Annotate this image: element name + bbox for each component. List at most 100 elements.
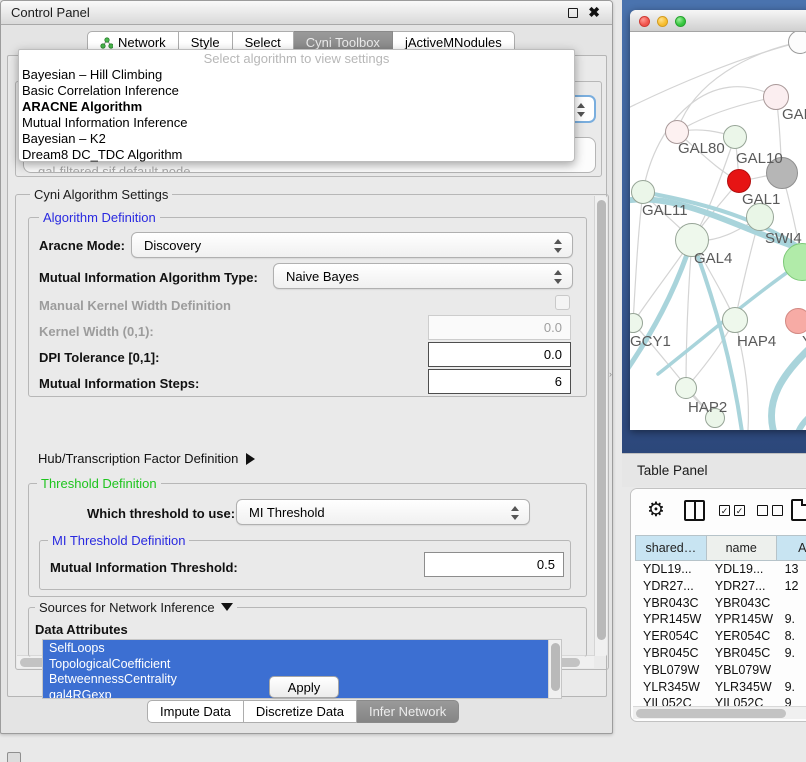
manual-kernel-width-checkbox[interactable] [555, 295, 570, 310]
tab-select-label: Select [245, 35, 281, 50]
attributes-list-scrollbar[interactable] [548, 640, 561, 699]
combo-arrows-icon [577, 102, 586, 118]
table-row[interactable]: YDR27...YDR27...12 [635, 578, 806, 595]
float-window-icon[interactable] [568, 8, 578, 18]
window-minimize-button[interactable] [657, 16, 668, 27]
table-body[interactable]: YDL19...YDL19...13 YDR27...YDR27...12 YB… [635, 561, 806, 709]
mi-steps-label: Mutual Information Steps: [39, 376, 199, 391]
window-close-button[interactable] [639, 16, 650, 27]
column-header-name[interactable]: name [707, 535, 777, 561]
hub-transcription-label: Hub/Transcription Factor Definition [38, 451, 238, 466]
cell-value: 8. [777, 628, 806, 645]
node-label-hap2: HAP2 [688, 399, 727, 416]
cyni-algorithm-settings-group: Cyni Algorithm Settings Algorithm Defini… [15, 194, 609, 670]
mi-threshold-value: 0.5 [537, 557, 555, 572]
kernel-width-field[interactable]: 0.0 [428, 315, 571, 340]
mi-algorithm-type-label: Mutual Information Algorithm Type: [39, 270, 258, 285]
threshold-definition-group: Threshold Definition Which threshold to … [28, 483, 587, 597]
aracne-mode-label: Aracne Mode: [39, 238, 125, 253]
settings-vertical-scrollbar-thumb[interactable] [597, 200, 606, 640]
cell-shared: YER054C [635, 628, 707, 645]
network-view-window[interactable]: GAL GAL80 GAL10 GAL1 GAL11 SWI4 GAL4 GCY… [630, 10, 806, 430]
table-row[interactable]: YER054CYER054C8. [635, 628, 806, 645]
close-icon[interactable]: ✖ [588, 4, 600, 21]
network-graph-icon [100, 37, 113, 49]
node-hap4[interactable] [722, 307, 748, 333]
table-row[interactable]: YBR043CYBR043C [635, 595, 806, 612]
table-row[interactable]: YLR345WYLR345W9. [635, 679, 806, 696]
algorithm-dropdown-popup: Select algorithm to view settings Bayesi… [18, 49, 575, 162]
new-table-icon[interactable] [791, 499, 806, 521]
table-panel-card: ⚙ ✓✓ shared… name A YDL19...YDL19...13 Y… [630, 488, 806, 722]
expanded-arrow-icon [221, 603, 233, 611]
node-salmon[interactable] [785, 308, 806, 334]
tab-discretize-data[interactable]: Discretize Data [244, 700, 357, 723]
deselect-all-checkboxes-icon[interactable] [757, 505, 783, 516]
mi-threshold-field[interactable]: 0.5 [424, 552, 564, 577]
combo-arrows-icon [554, 269, 563, 285]
node-gal10[interactable] [723, 125, 747, 149]
node-label-gal11: GAL11 [642, 202, 688, 219]
node-label-gcy1: GCY1 [630, 333, 671, 350]
apply-button[interactable]: Apply [269, 676, 339, 698]
algorithm-option[interactable]: Bayesian – K2 [19, 131, 574, 147]
table-row[interactable]: YBL079WYBL079W [635, 662, 806, 679]
tab-impute-data[interactable]: Impute Data [147, 700, 244, 723]
table-row[interactable]: YPR145WYPR145W9. [635, 611, 806, 628]
network-data-combo-value: gal-filtered sif default node [38, 164, 595, 173]
algorithm-option[interactable]: Mutual Information Inference [19, 115, 574, 131]
tab-infer-network[interactable]: Infer Network [357, 700, 459, 723]
apply-button-label: Apply [288, 680, 321, 695]
attributes-list-scrollbar-thumb[interactable] [551, 643, 560, 691]
table-row[interactable]: YDL19...YDL19...13 [635, 561, 806, 578]
split-pane-handle[interactable]: › [609, 369, 616, 379]
table-horizontal-scrollbar-thumb[interactable] [636, 709, 786, 718]
node-red-selected[interactable] [727, 169, 751, 193]
network-canvas[interactable]: GAL GAL80 GAL10 GAL1 GAL11 SWI4 GAL4 GCY… [630, 32, 806, 430]
cell-shared: YBL079W [635, 662, 707, 679]
network-desktop: GAL GAL80 GAL10 GAL1 GAL11 SWI4 GAL4 GCY… [622, 0, 806, 453]
table-row[interactable]: YBR045CYBR045C9. [635, 645, 806, 662]
gear-icon[interactable]: ⚙ [647, 497, 665, 522]
hub-transcription-section[interactable]: Hub/Transcription Factor Definition [38, 451, 255, 466]
dpi-tolerance-value: 0.0 [544, 347, 562, 362]
columns-icon[interactable] [684, 500, 705, 521]
cell-shared: YBR045C [635, 645, 707, 662]
algorithm-option[interactable]: Basic Correlation Inference [19, 83, 574, 99]
tab-jactivemnodules-label: jActiveMNodules [405, 35, 502, 50]
aracne-mode-combo[interactable]: Discovery [131, 232, 573, 258]
cell-name: YBL079W [707, 662, 777, 679]
node-hap2[interactable] [675, 377, 697, 399]
network-window-titlebar[interactable] [630, 10, 806, 32]
which-threshold-combo[interactable]: MI Threshold [236, 499, 530, 525]
table-panel-title: Table Panel [637, 463, 708, 478]
table-horizontal-scrollbar[interactable] [633, 706, 806, 719]
settings-vertical-scrollbar[interactable] [594, 196, 607, 656]
cell-name: YER054C [707, 628, 777, 645]
node-gal11[interactable] [631, 180, 655, 204]
mi-algorithm-type-combo[interactable]: Naive Bayes [273, 263, 573, 289]
list-item[interactable]: SelfLoops [43, 640, 561, 656]
cell-value: 9. [777, 611, 806, 628]
algorithm-option[interactable]: Bayesian – Hill Climbing [19, 67, 574, 83]
cell-name: YPR145W [707, 611, 777, 628]
dpi-tolerance-field[interactable]: 0.0 [428, 342, 571, 367]
sources-title[interactable]: Sources for Network Inference [35, 600, 237, 615]
column-header-shared[interactable]: shared… [635, 535, 707, 561]
table-header-row: shared… name A [635, 535, 806, 561]
combo-arrows-icon [511, 505, 520, 521]
node-label-gal4: GAL4 [694, 250, 732, 267]
algorithm-option-aracne[interactable]: ARACNE Algorithm [19, 99, 574, 115]
control-panel-titlebar[interactable]: Control Panel ✖ [1, 1, 612, 25]
column-header-partial[interactable]: A [777, 535, 806, 561]
window-zoom-button[interactable] [675, 16, 686, 27]
screen: Control Panel ✖ Network Style Select [0, 0, 806, 762]
algorithm-option[interactable]: Dream8 DC_TDC Algorithm [19, 147, 574, 163]
docked-panel-icon[interactable] [7, 752, 21, 762]
mi-steps-field[interactable]: 6 [428, 369, 571, 394]
cell-value: 9. [777, 645, 806, 662]
list-item[interactable]: TopologicalCoefficient [43, 656, 561, 672]
select-all-checkboxes-icon[interactable]: ✓✓ [719, 505, 745, 516]
cell-value [777, 662, 806, 679]
node-label-hap4: HAP4 [737, 333, 776, 350]
